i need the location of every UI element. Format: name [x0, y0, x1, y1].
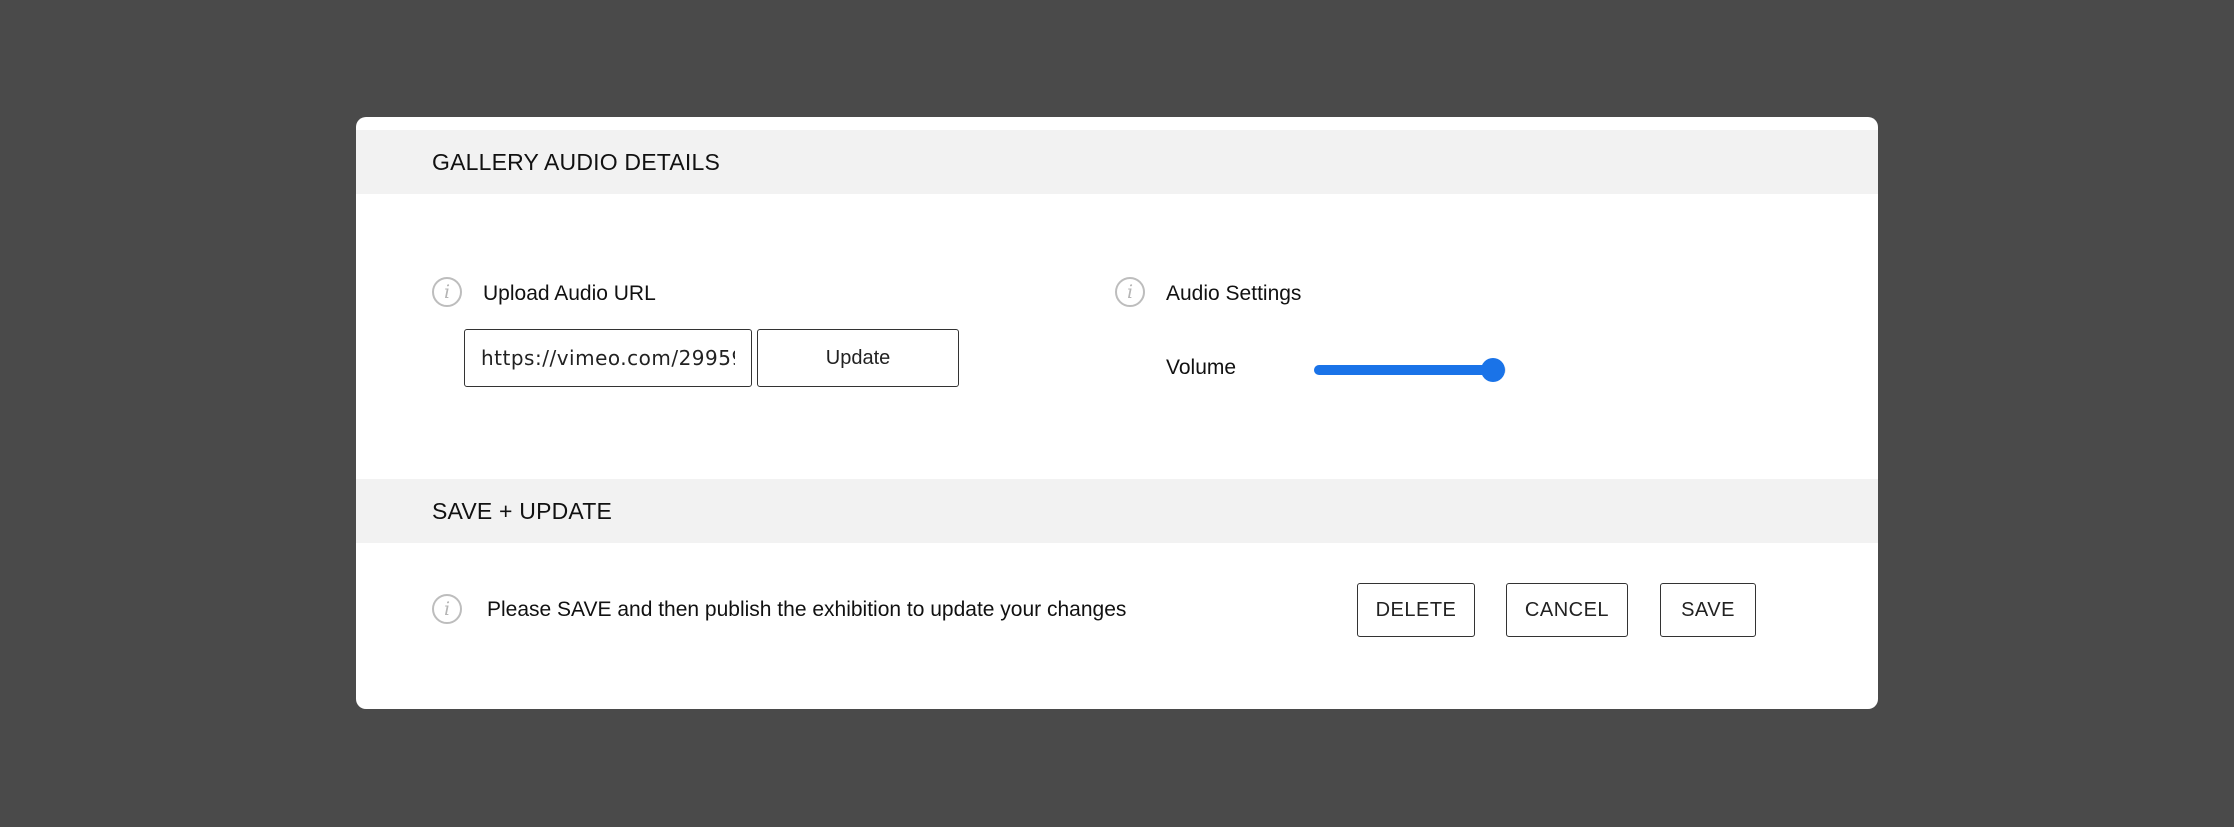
update-url-button[interactable]: Update	[757, 329, 959, 387]
save-update-title: SAVE + UPDATE	[432, 498, 613, 524]
gallery-audio-title: GALLERY AUDIO DETAILS	[432, 149, 720, 175]
audio-url-input[interactable]	[464, 329, 752, 387]
info-icon[interactable]: i	[432, 594, 462, 624]
volume-slider-thumb[interactable]	[1480, 358, 1505, 382]
save-button[interactable]: SAVE	[1660, 583, 1756, 637]
delete-button[interactable]: DELETE	[1357, 583, 1475, 637]
info-icon[interactable]: i	[1115, 277, 1145, 307]
volume-slider[interactable]	[1314, 358, 1506, 382]
volume-label: Volume	[1166, 356, 1237, 379]
gallery-audio-modal: GALLERY AUDIO DETAILS i Upload Audio URL…	[356, 117, 1878, 709]
save-update-header: SAVE + UPDATE	[356, 479, 1878, 543]
info-icon[interactable]: i	[432, 277, 462, 307]
volume-slider-fill	[1314, 365, 1493, 375]
save-info-text: Please SAVE and then publish the exhibit…	[487, 598, 1127, 621]
audio-settings-label: Audio Settings	[1166, 282, 1302, 305]
cancel-button[interactable]: CANCEL	[1506, 583, 1628, 637]
gallery-audio-header: GALLERY AUDIO DETAILS	[356, 130, 1878, 194]
upload-audio-url-label: Upload Audio URL	[483, 282, 656, 305]
